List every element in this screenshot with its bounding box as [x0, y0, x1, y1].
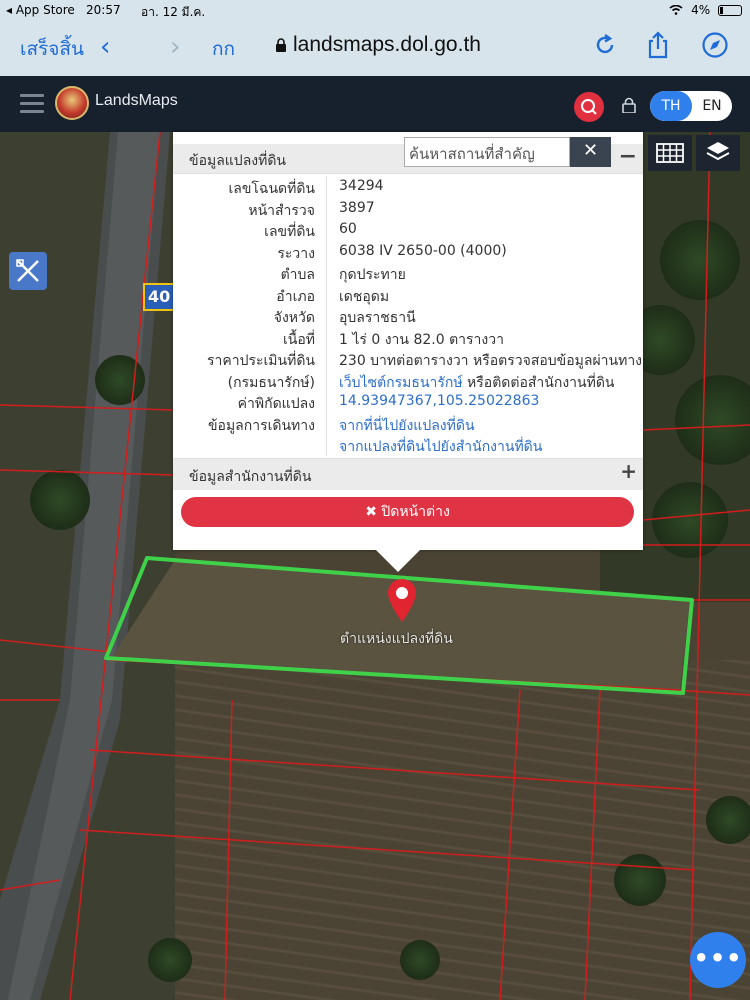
row-divider: [326, 283, 327, 305]
lock-icon[interactable]: [622, 97, 636, 113]
layers-icon: [706, 142, 730, 161]
detail-row: ระวาง 6038 IV 2650-00 (4000): [173, 240, 643, 262]
row-divider: [326, 434, 327, 456]
back-chevron-icon[interactable]: ‹: [100, 32, 110, 62]
layers-button[interactable]: [696, 135, 740, 171]
grid-button[interactable]: [648, 135, 692, 171]
row-divider: [326, 219, 327, 241]
location-pin-icon[interactable]: [385, 577, 419, 623]
row-divider: [326, 412, 327, 434]
detail-row: ค่าพิกัดแปลง 14.93947367,105.25022863: [173, 391, 643, 413]
detail-row: อำเภอ เดชอุดม: [173, 283, 643, 305]
detail-value: 3897: [339, 199, 375, 216]
detail-row: เลขที่ดิน 60: [173, 219, 643, 241]
search-icon: [581, 99, 597, 115]
office-section-header[interactable]: ข้อมูลสำนักงานที่ดิน +: [173, 458, 643, 490]
detail-value: 60: [339, 221, 357, 237]
panel-title: ข้อมูลแปลงที่ดิน: [189, 153, 287, 169]
detail-row: ข้อมูลการเดินทาง จากที่นี่ไปยังแปลงที่ดิน: [173, 412, 643, 434]
directions-to-office-link[interactable]: จากแปลงที่ดินไปยังสำนักงานที่ดิน: [339, 436, 542, 458]
lang-en-button[interactable]: EN: [692, 91, 732, 121]
reload-icon[interactable]: [590, 30, 620, 60]
office-section-title: ข้อมูลสำนักงานที่ดิน: [189, 469, 312, 485]
row-divider: [326, 369, 327, 391]
panel-pointer: [376, 550, 420, 572]
language-toggle: TH EN: [650, 91, 732, 121]
detail-row: เนื้อที่ 1 ไร่ 0 งาน 82.0 ตารางวา: [173, 326, 643, 348]
parcel-map-label: ตำแหน่งแปลงที่ดิน: [340, 631, 453, 647]
parcel-details: เลขโฉนดที่ดิน 34294 หน้าสำรวจ 3897 เลขที่ดิน…: [173, 176, 643, 456]
detail-row: หน้าสำรวจ 3897: [173, 197, 643, 219]
minimize-button[interactable]: −: [619, 144, 637, 169]
row-divider: [326, 176, 327, 198]
battery-icon: [718, 5, 742, 16]
search-button[interactable]: [574, 92, 604, 122]
row-divider: [326, 197, 327, 219]
detail-row: ราคาประเมินที่ดิน 230 บาทต่อตารางวา หรือต…: [173, 348, 643, 370]
status-time: 20:57: [86, 3, 121, 17]
lang-th-button[interactable]: TH: [650, 91, 692, 121]
row-divider: [326, 305, 327, 327]
done-button[interactable]: เสร็จสิ้น: [20, 34, 84, 64]
lock-icon: [276, 38, 286, 52]
status-right: 4%: [669, 3, 742, 17]
detail-value: 6038 IV 2650-00 (4000): [339, 242, 507, 259]
status-bar: ◂ App Store 20:57 อา. 12 มี.ค. 4%: [0, 0, 750, 20]
browser-toolbar: เสร็จสิ้น ‹ › กก landsmaps.dol.go.th: [0, 20, 750, 76]
detail-row: จากแปลงที่ดินไปยังสำนักงานที่ดิน: [173, 434, 643, 456]
close-window-button[interactable]: ✖ ปิดหน้าต่าง: [181, 497, 634, 527]
detail-row: เลขโฉนดที่ดิน 34294: [173, 176, 643, 198]
hamburger-icon[interactable]: [20, 94, 44, 114]
url-text: landsmaps.dol.go.th: [293, 33, 481, 56]
wifi-icon: [669, 5, 683, 15]
grid-icon: [656, 143, 684, 163]
address-bar[interactable]: landsmaps.dol.go.th: [275, 33, 481, 57]
row-divider: [326, 326, 327, 348]
ruler-tool-button[interactable]: [9, 252, 47, 290]
detail-value: 34294: [339, 178, 384, 194]
road-sign: 40: [143, 283, 175, 311]
share-icon[interactable]: [643, 30, 673, 60]
detail-value-rest: หรือติดต่อสำนักงานที่ดิน: [462, 374, 615, 391]
landmark-search-input[interactable]: ค้นหาสถานที่สำคัญ: [404, 137, 570, 167]
landmark-search-clear-button[interactable]: ✕: [570, 137, 611, 167]
detail-row: จังหวัด อุบลราชธานี: [173, 305, 643, 327]
compass-icon[interactable]: [700, 30, 730, 60]
parcel-info-panel: ข้อมูลแปลงที่ดิน − เลขโฉนดที่ดิน 34294 หน้…: [173, 132, 643, 550]
treasury-website-link[interactable]: เว็บไซต์กรมธนารักษ์: [339, 375, 463, 391]
forward-chevron-icon[interactable]: ›: [170, 32, 180, 62]
ruler-tool-icon: [16, 259, 39, 282]
expand-button[interactable]: +: [620, 459, 637, 483]
battery-percent: 4%: [691, 3, 711, 17]
row-divider: [326, 391, 327, 413]
row-divider: [326, 348, 327, 370]
detail-row: ตำบล กุดประทาย: [173, 262, 643, 284]
brand-name: LandsMaps: [95, 92, 178, 109]
row-divider: [326, 262, 327, 284]
coordinates-link[interactable]: 14.93947367,105.25022863: [339, 393, 539, 409]
department-logo: [55, 86, 89, 120]
app-header: LandsMaps TH EN: [0, 76, 750, 132]
more-icon[interactable]: •••: [690, 932, 746, 988]
detail-row: (กรมธนารักษ์) เว็บไซต์กรมธนารักษ์ หรือติด…: [173, 369, 643, 391]
row-divider: [326, 240, 327, 262]
back-to-app-store[interactable]: ◂ App Store: [6, 3, 75, 17]
text-size-button[interactable]: กก: [212, 34, 235, 64]
